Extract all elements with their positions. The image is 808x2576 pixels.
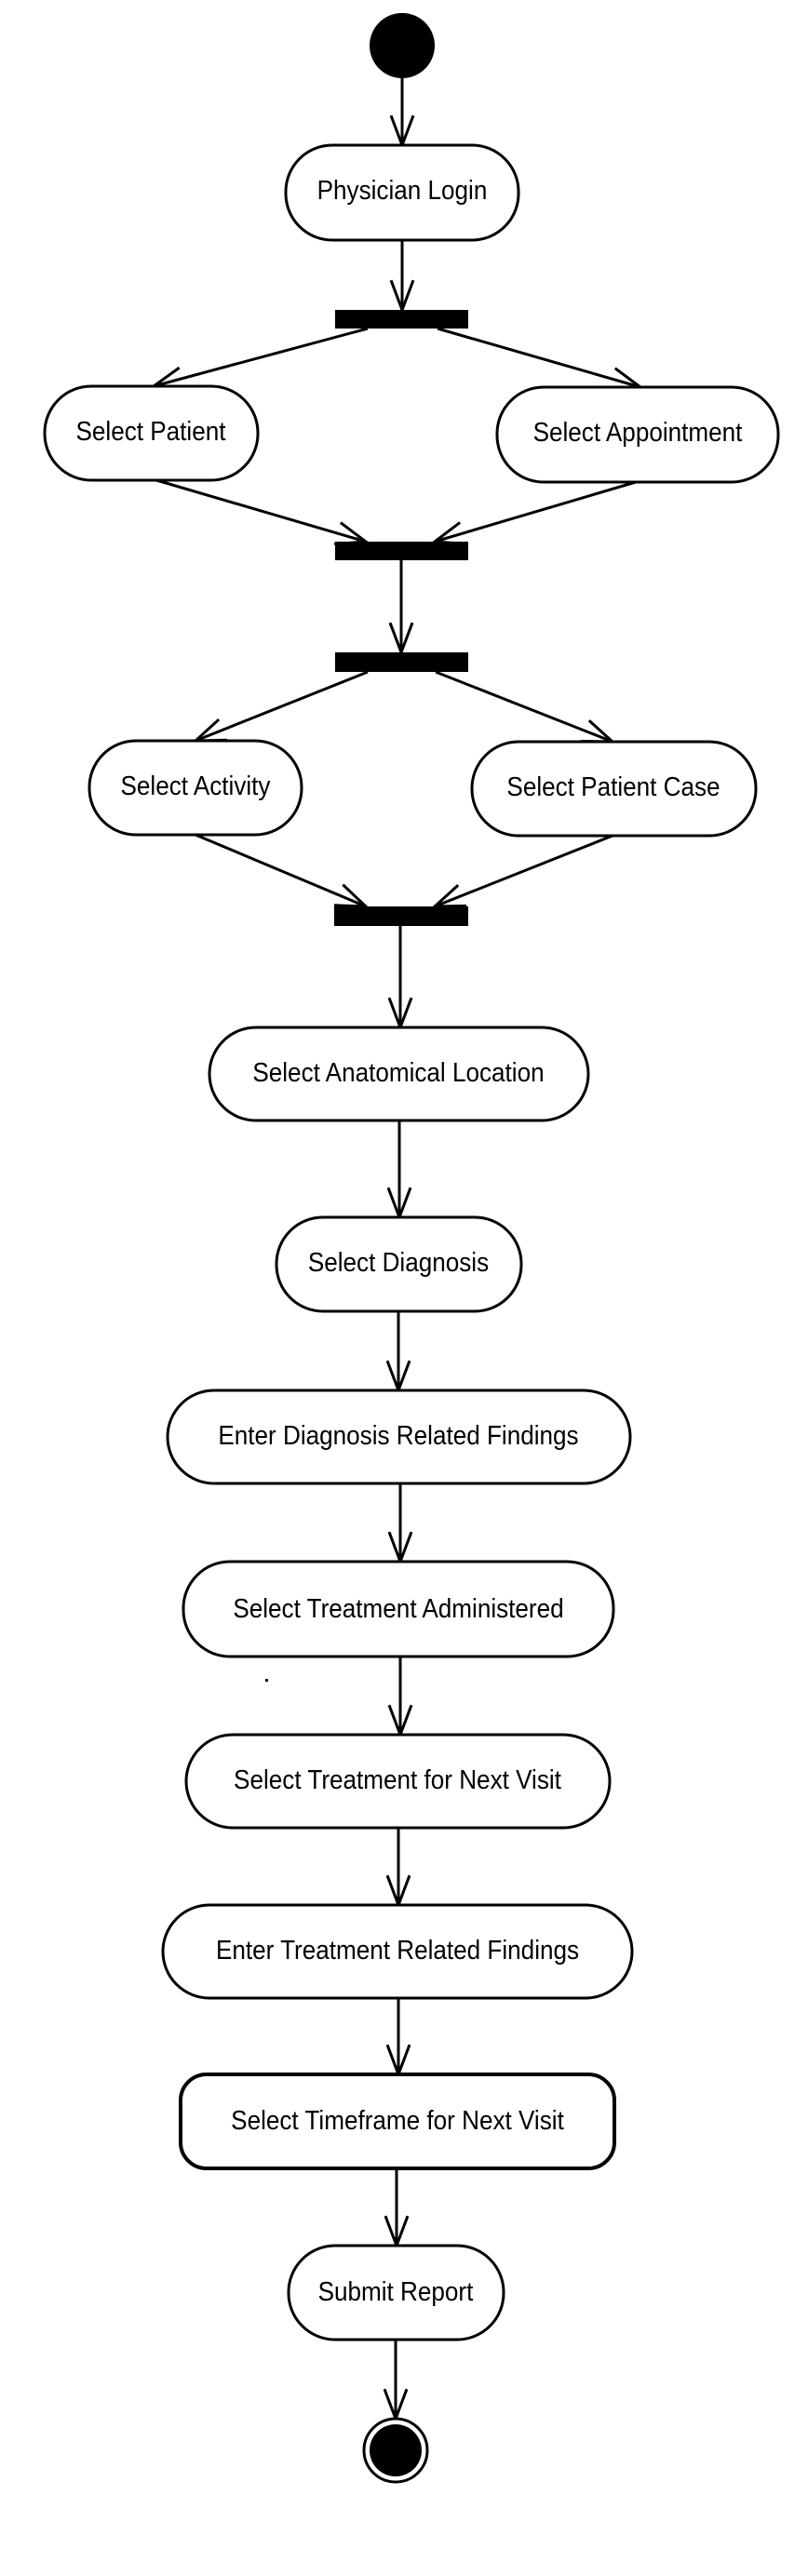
- activity-select-treatment-administered: Select Treatment Administered: [182, 1560, 615, 1658]
- activity-select-anatomical-location: Select Anatomical Location: [208, 1026, 590, 1122]
- flow-edge: [434, 834, 613, 908]
- activity-label: Select Diagnosis: [308, 1247, 489, 1278]
- activity-label: Select Patient Case: [506, 771, 720, 802]
- flow-edge: [435, 670, 613, 744]
- activity-label: Enter Diagnosis Related Findings: [218, 1420, 578, 1451]
- activity-submit-report: Submit Report: [287, 2244, 505, 2341]
- activity-label: Select Activity: [121, 771, 271, 801]
- flow-edge: [155, 478, 367, 543]
- flow-edge: [195, 833, 367, 908]
- fork-bar-2: [335, 652, 468, 672]
- activity-enter-treatment-related-findings: Enter Treatment Related Findings: [161, 1903, 634, 2000]
- activity-enter-diagnosis-related-findings: Enter Diagnosis Related Findings: [166, 1389, 632, 1485]
- activity-select-activity: Select Activity: [88, 739, 303, 837]
- activity-label: Select Treatment Administered: [233, 1593, 563, 1624]
- flow-edge: [437, 327, 641, 389]
- activity-select-timeframe-for-next-visit: Select Timeframe for Next Visit: [179, 2073, 616, 2170]
- join-bar-2: [334, 906, 468, 926]
- activity-label: Select Appointment: [533, 417, 743, 448]
- activity-select-diagnosis: Select Diagnosis: [275, 1215, 523, 1313]
- activity-label: Enter Treatment Related Findings: [216, 1935, 579, 1966]
- final-node: [362, 2417, 429, 2484]
- flow-edge: [195, 670, 369, 743]
- activity-select-treatment-for-next-visit: Select Treatment for Next Visit: [184, 1733, 612, 1830]
- activity-label: Select Treatment for Next Visit: [234, 1764, 561, 1795]
- activity-label: Select Timeframe for Next Visit: [231, 2105, 564, 2136]
- activity-select-patient: Select Patient: [43, 384, 260, 482]
- join-bar-1: [335, 542, 468, 560]
- activity-label: Select Anatomical Location: [252, 1057, 544, 1088]
- activity-physician-login: Physician Login: [284, 143, 520, 242]
- activity-label: Submit Report: [318, 2276, 474, 2307]
- initial-node: [370, 13, 435, 78]
- activity-label: Select Patient: [76, 416, 226, 447]
- activity-select-patient-case: Select Patient Case: [470, 740, 758, 838]
- activity-label: Physician Login: [317, 175, 488, 206]
- scan-speck: [265, 1679, 268, 1682]
- activity-select-appointment: Select Appointment: [495, 385, 780, 484]
- flow-edge: [434, 480, 637, 543]
- flow-edge: [153, 327, 369, 388]
- fork-bar-1: [335, 310, 468, 329]
- activity-diagram: Physician Login Select Patient Select Ap…: [43, 13, 780, 2484]
